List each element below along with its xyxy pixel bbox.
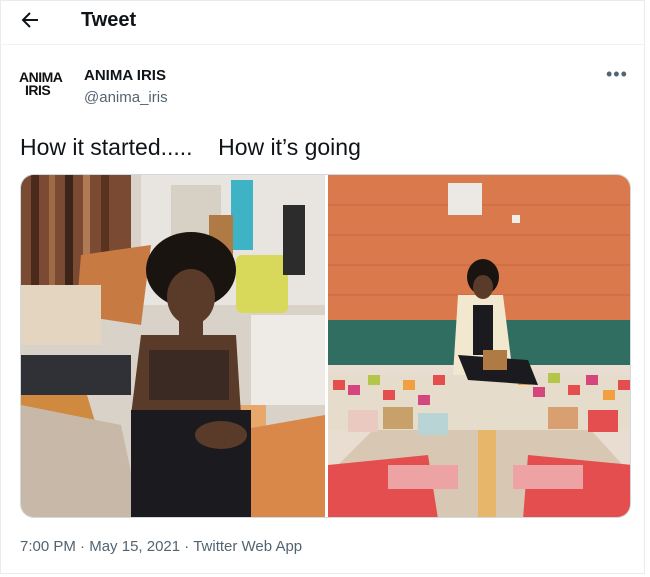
more-options-icon[interactable]: ••• bbox=[606, 64, 628, 85]
arrow-left-icon[interactable] bbox=[18, 8, 42, 32]
tweet-meta: 7:00 PM · May 15, 2021 · Twitter Web App bbox=[20, 538, 302, 555]
tweet-time-link[interactable]: 7:00 PM bbox=[20, 538, 76, 555]
author-display-name[interactable]: ANIMA IRIS bbox=[84, 67, 166, 84]
page-title: Tweet bbox=[81, 9, 137, 31]
meta-separator: · bbox=[180, 538, 194, 555]
tweet-date-link[interactable]: May 15, 2021 bbox=[89, 538, 180, 555]
author-handle[interactable]: @anima_iris bbox=[84, 89, 168, 106]
meta-separator: · bbox=[75, 538, 90, 555]
tweet-media[interactable] bbox=[20, 174, 631, 518]
logo-text-bottom: IRIS bbox=[25, 82, 50, 98]
tweet-text: How it started..... How it’s going bbox=[20, 134, 361, 160]
anima-iris-logo[interactable]: ANIMA IRIS bbox=[18, 68, 74, 102]
tweet-source: Twitter Web App bbox=[193, 538, 303, 555]
tweet-header: Tweet bbox=[0, 0, 645, 44]
photo-how-it-started[interactable] bbox=[21, 175, 325, 518]
photo-how-its-going[interactable] bbox=[328, 175, 631, 518]
header-divider bbox=[0, 44, 645, 45]
